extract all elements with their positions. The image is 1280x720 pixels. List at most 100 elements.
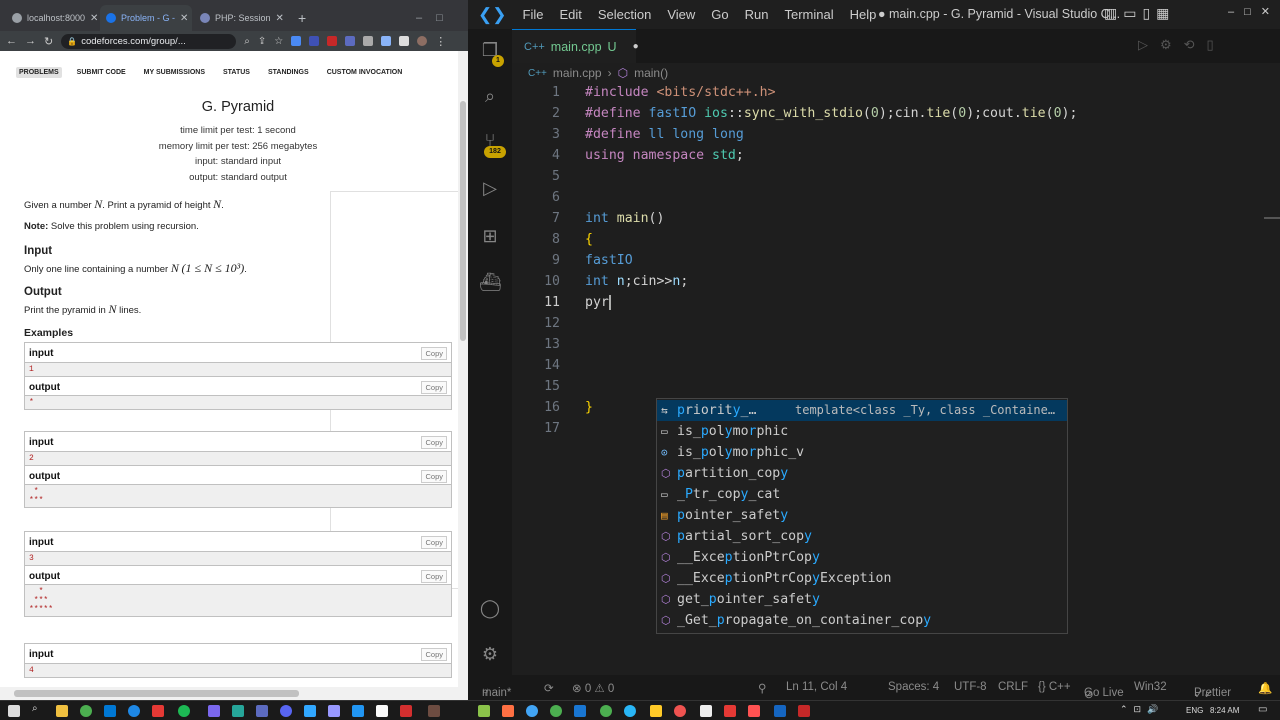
- suggestion-item[interactable]: ⬡ __ExceptionPtrCopy: [657, 547, 1067, 568]
- window-controls[interactable]: –□✕: [1228, 5, 1280, 18]
- app-icon[interactable]: [700, 705, 712, 717]
- cursor-position[interactable]: Ln 11, Col 4: [786, 681, 847, 693]
- app-icon[interactable]: [352, 705, 364, 717]
- back-icon[interactable]: ←: [6, 35, 17, 47]
- minimize-icon[interactable]: –: [416, 12, 422, 24]
- nav-submit-code[interactable]: SUBMIT CODE: [74, 67, 129, 78]
- sync-icon[interactable]: ⟳: [544, 681, 554, 695]
- layout-icons[interactable]: ▥▭▯▦: [1104, 5, 1175, 22]
- whatsapp-icon[interactable]: [600, 705, 612, 717]
- suggestion-item[interactable]: ▤ pointer_safety: [657, 505, 1067, 526]
- suggestion-item[interactable]: ⬡ partial_sort_copy: [657, 526, 1067, 547]
- discord-icon[interactable]: [280, 705, 292, 717]
- platform[interactable]: Win32: [1134, 681, 1167, 693]
- app-icon[interactable]: [748, 705, 760, 717]
- app-icon[interactable]: [502, 705, 514, 717]
- scrollbar-thumb[interactable]: [14, 690, 299, 697]
- copy-button[interactable]: Copy: [421, 648, 447, 661]
- editor-actions[interactable]: ▷⚙⟲▯: [1138, 37, 1226, 53]
- tray-icons[interactable]: ⌃⊡🔊: [1120, 704, 1164, 715]
- suggestion-item[interactable]: ⬡ __ExceptionPtrCopyException: [657, 568, 1067, 589]
- more-icon[interactable]: ⋮: [435, 35, 446, 48]
- menu-go[interactable]: Go: [703, 7, 736, 22]
- accounts-icon[interactable]: ◯: [479, 597, 501, 619]
- notification-center-icon[interactable]: ▭: [1258, 704, 1267, 715]
- breadcrumb-symbol[interactable]: main(): [634, 66, 668, 80]
- suggestion-item[interactable]: ⬡ get_pointer_safety: [657, 589, 1067, 610]
- premiere-icon[interactable]: [328, 705, 340, 717]
- language-mode[interactable]: {} C++: [1038, 681, 1071, 693]
- file-explorer-icon[interactable]: [56, 705, 68, 717]
- settings-gear-icon[interactable]: ⚙: [479, 643, 501, 665]
- nav-problems[interactable]: PROBLEMS: [16, 67, 62, 78]
- app-icon[interactable]: [724, 705, 736, 717]
- maximize-icon[interactable]: □: [436, 12, 443, 24]
- share-icon[interactable]: ⇪: [258, 36, 266, 47]
- search-icon[interactable]: ⌕: [32, 703, 44, 715]
- nav-custom-invocation[interactable]: CUSTOM INVOCATION: [324, 67, 406, 78]
- copy-button[interactable]: Copy: [421, 381, 447, 394]
- app-icon[interactable]: [574, 705, 586, 717]
- extensions-icon[interactable]: ⊞: [479, 225, 501, 247]
- nav-standings[interactable]: STANDINGS: [265, 67, 312, 78]
- encoding[interactable]: UTF-8: [954, 681, 987, 693]
- app-icon[interactable]: [400, 705, 412, 717]
- menu-run[interactable]: Run: [737, 7, 777, 22]
- menu-terminal[interactable]: Terminal: [777, 7, 842, 22]
- address-bar[interactable]: 🔒 codeforces.com/group/...: [61, 33, 237, 49]
- new-tab-button[interactable]: +: [292, 5, 312, 31]
- nav-status[interactable]: STATUS: [220, 67, 253, 78]
- scrollbar-thumb[interactable]: [460, 101, 466, 341]
- language-indicator[interactable]: ENG: [1186, 706, 1203, 715]
- close-tab-icon[interactable]: ✕: [180, 13, 188, 24]
- suggestion-item[interactable]: ⬡ partition_copy: [657, 463, 1067, 484]
- horizontal-scrollbar[interactable]: [0, 687, 458, 700]
- menu-edit[interactable]: Edit: [551, 7, 589, 22]
- close-tab-icon[interactable]: ✕: [90, 13, 98, 24]
- app-icon[interactable]: [428, 705, 440, 717]
- run-debug-icon[interactable]: ▷: [479, 177, 501, 199]
- app-icon[interactable]: [526, 705, 538, 717]
- app-icon[interactable]: [650, 705, 662, 717]
- browser-tab-localhost[interactable]: localhost:8000 ✕: [6, 5, 98, 31]
- line-ending[interactable]: CRLF: [998, 681, 1028, 693]
- puzzle-icon[interactable]: [363, 36, 374, 46]
- copy-button[interactable]: Copy: [421, 536, 447, 549]
- suggestion-item[interactable]: ▭ _Ptr_copy_cat: [657, 484, 1067, 505]
- docker-icon[interactable]: ⛴: [479, 271, 502, 293]
- menu-selection[interactable]: Selection: [590, 7, 659, 22]
- app-icon[interactable]: [478, 705, 490, 717]
- edge-icon[interactable]: [128, 705, 140, 717]
- suggestion-item[interactable]: ⇆ priority_… template<class _Ty, class _Co…: [657, 400, 1067, 421]
- app-icon[interactable]: [674, 705, 686, 717]
- sidepanel-icon[interactable]: [399, 36, 410, 46]
- problems-indicator[interactable]: ⊗ 0 ⚠ 0: [572, 681, 614, 695]
- photoshop-icon[interactable]: [304, 705, 316, 717]
- suggestion-item[interactable]: ⊙ is_polymorphic_v: [657, 442, 1067, 463]
- telegram-icon[interactable]: [624, 705, 636, 717]
- suggestion-item[interactable]: ⬡ _Get_propagate_on_container_copy: [657, 610, 1067, 631]
- extension-icon[interactable]: [327, 36, 338, 46]
- suggestion-item[interactable]: ▭ is_polymorphic: [657, 421, 1067, 442]
- chrome-icon[interactable]: [80, 705, 92, 717]
- bell-icon[interactable]: ⚲: [758, 681, 766, 695]
- app-icon[interactable]: [208, 705, 220, 717]
- unsaved-dot-icon[interactable]: ●: [633, 41, 639, 52]
- notifications-icon[interactable]: 🔔: [1258, 681, 1272, 695]
- spotify-icon[interactable]: [178, 705, 190, 717]
- clock[interactable]: 8:24 AM: [1210, 706, 1239, 715]
- page-scrollbar[interactable]: [458, 51, 468, 700]
- extension-icon[interactable]: [309, 36, 320, 46]
- extension-icon[interactable]: [291, 36, 302, 46]
- app-icon[interactable]: [376, 705, 388, 717]
- extension-icon[interactable]: [345, 36, 356, 46]
- app-icon[interactable]: [232, 705, 244, 717]
- vscode-icon[interactable]: [104, 705, 116, 717]
- forward-icon[interactable]: →: [25, 35, 36, 47]
- avatar[interactable]: [417, 36, 428, 46]
- close-tab-icon[interactable]: ✕: [276, 13, 284, 24]
- tab-main-cpp[interactable]: C++ main.cpp U ●: [512, 29, 639, 63]
- copy-button[interactable]: Copy: [421, 347, 447, 360]
- reload-icon[interactable]: ↻: [44, 35, 53, 48]
- youtube-icon[interactable]: [152, 705, 164, 717]
